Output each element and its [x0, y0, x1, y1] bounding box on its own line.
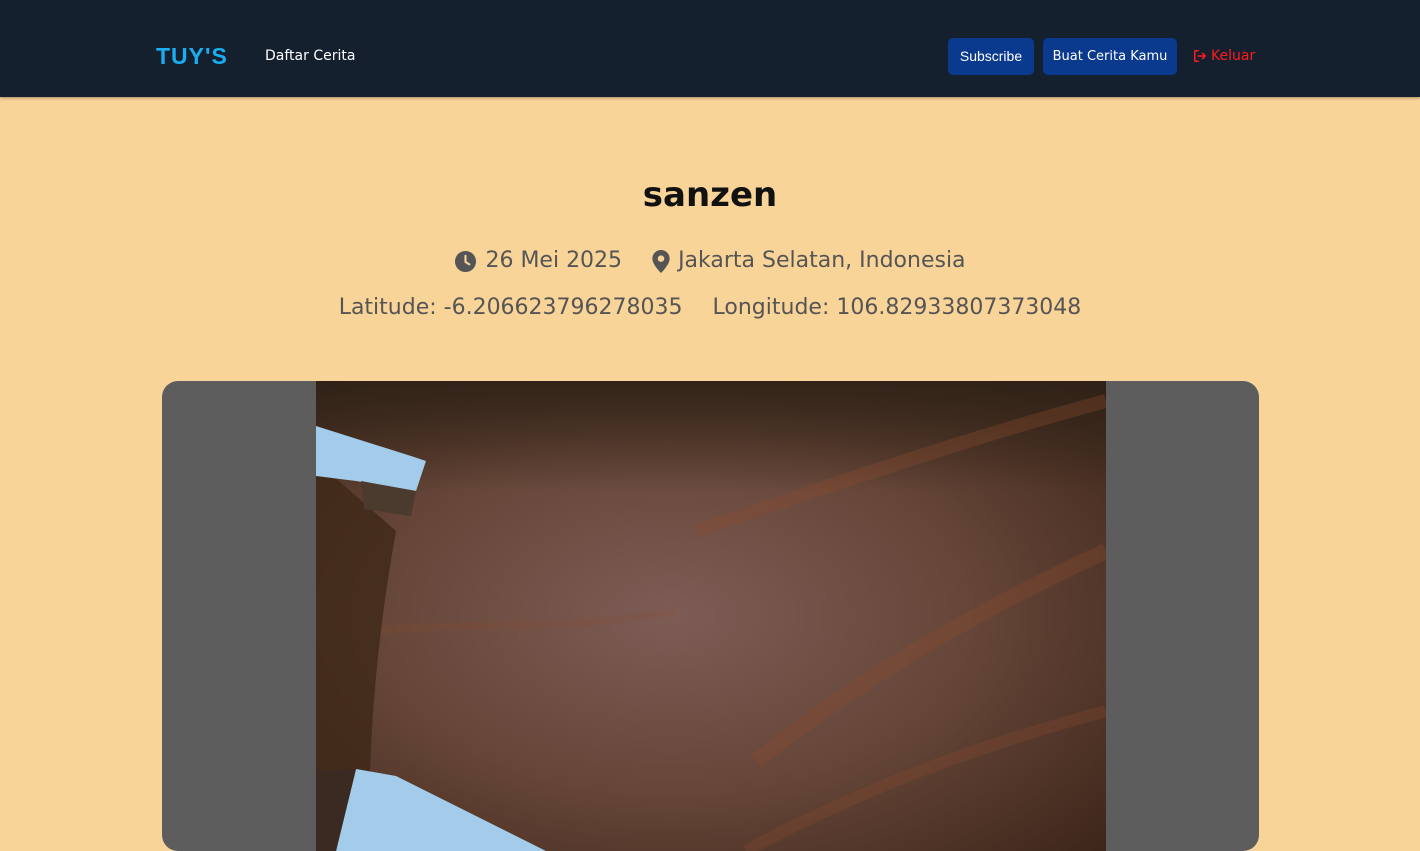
sign-out-icon: [1193, 49, 1207, 63]
subscribe-button[interactable]: Subscribe: [948, 38, 1034, 75]
story-location-text: Jakarta Selatan, Indonesia: [678, 248, 966, 273]
story-photo: [316, 381, 1106, 851]
story-date: 26 Mei 2025: [454, 246, 622, 276]
logout-label: Keluar: [1211, 48, 1256, 64]
story-meta: 26 Mei 2025 Jakarta Selatan, Indonesia: [0, 246, 1420, 276]
story-title: sanzen: [642, 175, 778, 215]
nav-link-story-list[interactable]: Daftar Cerita: [265, 45, 355, 67]
story-location: Jakarta Selatan, Indonesia: [652, 246, 966, 276]
story-coordinates: Latitude: -6.206623796278035 Longitude: …: [0, 293, 1420, 323]
story-latitude: Latitude: -6.206623796278035: [338, 295, 683, 320]
create-story-button[interactable]: Buat Cerita Kamu: [1043, 38, 1177, 75]
map-pin-icon: [652, 249, 670, 273]
logout-button[interactable]: Keluar: [1193, 45, 1255, 67]
clock-icon: [455, 250, 477, 272]
story-date-text: 26 Mei 2025: [485, 248, 623, 273]
navbar: TUY'S Daftar Cerita Subscribe Buat Cerit…: [0, 0, 1420, 97]
story-longitude: Longitude: 106.82933807373048: [712, 295, 1082, 320]
brand-logo[interactable]: TUY'S: [156, 40, 228, 72]
story-image-frame: [162, 381, 1259, 851]
story-photo-graphic: [316, 381, 1106, 851]
